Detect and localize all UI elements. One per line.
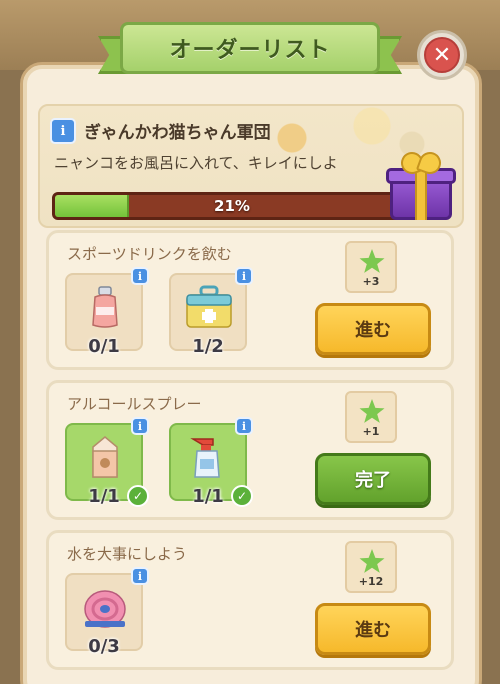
info-icon[interactable]: i xyxy=(235,417,253,435)
alcohol-spray-bottle-icon xyxy=(190,438,220,478)
event-progress-bar: 21% xyxy=(52,192,412,220)
reward-amount: +3 xyxy=(362,275,380,288)
event-title: ぎゃんかわ猫ちゃん軍団 xyxy=(84,123,271,143)
reward-badge: +12 xyxy=(345,541,397,593)
task-card: 水を大事にしよう i 0/3 +12 進む xyxy=(46,530,454,670)
task-title: スポーツドリンクを飲む xyxy=(67,245,232,263)
info-icon[interactable]: i xyxy=(50,118,76,144)
progress-label: 21% xyxy=(214,197,250,215)
info-icon[interactable]: i xyxy=(131,267,149,285)
task-item[interactable]: i 1/1 ✓ xyxy=(65,417,149,507)
task-title: 水を大事にしよう xyxy=(67,545,188,563)
task-item[interactable]: i 1/2 xyxy=(169,267,253,357)
item-count: 0/1 xyxy=(88,336,120,357)
reward-badge: +3 xyxy=(345,241,397,293)
star-icon xyxy=(359,549,385,573)
item-count: 0/3 xyxy=(88,636,120,657)
sports-drink-bottle-icon xyxy=(92,286,118,328)
star-icon xyxy=(359,399,385,423)
task-item[interactable]: i 1/1 ✓ xyxy=(169,417,253,507)
task-card: スポーツドリンクを飲む i 0/1 i 1/2 +3 進む xyxy=(46,230,454,370)
hose-reel-icon xyxy=(84,590,126,628)
close-icon: ✕ xyxy=(424,37,460,73)
first-aid-box-icon xyxy=(186,285,232,328)
gift-box-icon[interactable] xyxy=(384,150,458,224)
task-card: アルコールスプレー i 1/1 ✓ i 1/1 ✓ +1 完了 xyxy=(46,380,454,520)
reward-amount: +12 xyxy=(358,575,384,588)
go-button[interactable]: 進む xyxy=(315,303,431,355)
title-ribbon: オーダーリスト xyxy=(98,20,402,78)
close-button[interactable]: ✕ xyxy=(417,30,467,80)
event-description: ニャンコをお風呂に入れて、キレイにしよ xyxy=(54,154,338,172)
go-button[interactable]: 進む xyxy=(315,603,431,655)
milk-carton-icon xyxy=(92,436,118,478)
star-icon xyxy=(359,249,385,273)
info-icon[interactable]: i xyxy=(131,567,149,585)
info-icon[interactable]: i xyxy=(131,417,149,435)
task-item[interactable]: i 0/3 xyxy=(65,567,149,657)
info-icon[interactable]: i xyxy=(235,267,253,285)
checkmark-icon: ✓ xyxy=(231,485,253,507)
complete-button[interactable]: 完了 xyxy=(315,453,431,505)
reward-amount: +1 xyxy=(362,425,380,438)
item-count: 1/2 xyxy=(192,336,224,357)
checkmark-icon: ✓ xyxy=(127,485,149,507)
task-title: アルコールスプレー xyxy=(67,395,202,413)
window-title: オーダーリスト xyxy=(169,38,331,63)
task-item[interactable]: i 0/1 xyxy=(65,267,149,357)
reward-badge: +1 xyxy=(345,391,397,443)
